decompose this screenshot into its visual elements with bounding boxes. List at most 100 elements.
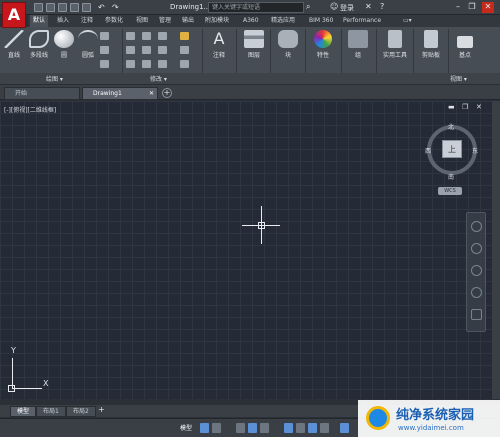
- tab-home[interactable]: 默认: [30, 15, 49, 27]
- erase-icon[interactable]: [180, 32, 189, 40]
- panel-title-modify[interactable]: 修改 ▾: [150, 74, 167, 83]
- viewport-controls[interactable]: [-][俯视][二维线框]: [4, 105, 56, 114]
- document-tab-bar: 开始 Drawing1 ✕ +: [0, 85, 500, 100]
- minimize-button[interactable]: –: [452, 2, 464, 13]
- close-tab-icon[interactable]: ✕: [149, 88, 154, 100]
- offset-icon[interactable]: [180, 60, 189, 68]
- trim-icon[interactable]: [158, 32, 167, 40]
- base-point-tool[interactable]: 基点: [452, 30, 478, 59]
- move-icon[interactable]: [126, 32, 135, 40]
- block-tool[interactable]: 块: [275, 30, 301, 59]
- tab-parametric[interactable]: 参数化: [102, 15, 126, 27]
- undo-icon[interactable]: ↶: [98, 3, 107, 12]
- ortho-icon[interactable]: [236, 423, 245, 433]
- tab-addins[interactable]: 附加模块: [202, 15, 232, 27]
- new-tab-icon[interactable]: +: [162, 88, 172, 98]
- mirror-icon[interactable]: [142, 46, 151, 54]
- stretch-icon[interactable]: [126, 60, 135, 68]
- signin-button[interactable]: 登录: [340, 3, 354, 13]
- utilities-tool[interactable]: 实用工具: [380, 30, 410, 59]
- properties-tool[interactable]: 特性: [309, 30, 337, 59]
- tab-layout1[interactable]: 布局1: [36, 406, 66, 417]
- tab-output[interactable]: 输出: [179, 15, 197, 27]
- explode-icon[interactable]: [180, 46, 189, 54]
- viewport-restore-icon[interactable]: ❐: [462, 103, 468, 111]
- group-tool[interactable]: 组: [345, 30, 371, 59]
- otrack-icon[interactable]: [296, 423, 305, 433]
- save-as-icon[interactable]: [70, 3, 79, 12]
- line-tool[interactable]: 直线: [4, 30, 24, 59]
- search-input[interactable]: 键入关键字或短语: [208, 2, 304, 13]
- tab-performance[interactable]: Performance: [340, 15, 384, 27]
- wcs-menu[interactable]: WCS: [438, 187, 462, 195]
- rectangle-icon[interactable]: [100, 32, 109, 40]
- ellipse-icon[interactable]: [100, 60, 109, 68]
- compass-south[interactable]: 南: [448, 172, 454, 181]
- steering-wheel-icon[interactable]: [471, 221, 482, 232]
- transparency-icon[interactable]: [320, 423, 329, 433]
- hatch-icon[interactable]: [100, 46, 109, 54]
- new-file-icon[interactable]: [34, 3, 43, 12]
- exchange-icon[interactable]: ✕: [365, 2, 372, 11]
- ucs-x-axis: [12, 388, 42, 389]
- redo-icon[interactable]: ↷: [112, 3, 121, 12]
- pan-icon[interactable]: [471, 243, 482, 254]
- zoom-icon[interactable]: [471, 265, 482, 276]
- viewport-min-icon[interactable]: ▬: [448, 103, 455, 111]
- print-icon[interactable]: [82, 3, 91, 12]
- viewport-close-icon[interactable]: ✕: [476, 103, 482, 111]
- model-space-button[interactable]: 模型: [180, 423, 192, 432]
- help-icon[interactable]: ?: [380, 2, 384, 11]
- scale-icon[interactable]: [142, 60, 151, 68]
- annotation-tool[interactable]: A 注释: [206, 30, 232, 60]
- clipboard-tool[interactable]: 剪贴板: [417, 30, 445, 59]
- tab-featured-apps[interactable]: 精选应用: [268, 15, 298, 27]
- tab-model[interactable]: 模型: [10, 406, 37, 417]
- add-layout-icon[interactable]: +: [98, 405, 105, 414]
- navigation-bar: [466, 212, 486, 332]
- fillet-icon[interactable]: [158, 46, 167, 54]
- tab-view[interactable]: 视图: [133, 15, 151, 27]
- tab-annotate[interactable]: 注释: [78, 15, 96, 27]
- watermark-logo-icon: [366, 406, 390, 430]
- compass-east[interactable]: 东: [472, 146, 478, 155]
- tab-manage[interactable]: 管理: [156, 15, 174, 27]
- copy-icon[interactable]: [126, 46, 135, 54]
- array-icon[interactable]: [158, 60, 167, 68]
- tab-a360[interactable]: A360: [240, 15, 262, 27]
- drawing-canvas[interactable]: [0, 101, 492, 399]
- app-menu-button[interactable]: A: [2, 2, 26, 28]
- rotate-icon[interactable]: [142, 32, 151, 40]
- polar-icon[interactable]: [248, 423, 257, 433]
- osnap-icon[interactable]: [284, 423, 293, 433]
- circle-tool[interactable]: 圆: [54, 30, 74, 59]
- viewcube-top-face[interactable]: 上: [442, 140, 462, 158]
- panel-title-draw[interactable]: 绘图 ▾: [46, 74, 63, 83]
- showmotion-icon[interactable]: [471, 309, 482, 320]
- grid-icon[interactable]: [200, 423, 209, 433]
- tab-drawing1[interactable]: Drawing1 ✕: [82, 87, 158, 100]
- close-button[interactable]: ✕: [482, 2, 494, 13]
- search-icon[interactable]: ⌕: [306, 2, 310, 12]
- lineweight-icon[interactable]: [308, 423, 317, 433]
- annotation-scale-icon[interactable]: [340, 423, 349, 433]
- layers-tool[interactable]: 图层: [240, 30, 268, 59]
- tab-insert[interactable]: 插入: [54, 15, 72, 27]
- panel-title-view[interactable]: 视图 ▾: [450, 74, 467, 83]
- tab-layout2[interactable]: 布局2: [66, 406, 96, 417]
- arc-tool[interactable]: 圆弧: [78, 30, 98, 59]
- compass-west[interactable]: 西: [425, 146, 431, 155]
- tab-bim360[interactable]: BIM 360: [306, 15, 336, 27]
- polyline-tool[interactable]: 多段线: [28, 30, 50, 59]
- isodraft-icon[interactable]: [260, 423, 269, 433]
- restore-button[interactable]: ❐: [466, 2, 478, 13]
- orbit-icon[interactable]: [471, 287, 482, 298]
- compass-north[interactable]: 北: [448, 122, 454, 131]
- tab-start[interactable]: 开始: [4, 87, 80, 100]
- save-icon[interactable]: [58, 3, 67, 12]
- snap-icon[interactable]: [212, 423, 221, 433]
- open-file-icon[interactable]: [46, 3, 55, 12]
- clipboard-tool-label: 剪贴板: [421, 52, 440, 59]
- vertical-scrollbar[interactable]: [492, 101, 500, 399]
- ribbon-toggle-icon[interactable]: ▭▾: [400, 15, 415, 27]
